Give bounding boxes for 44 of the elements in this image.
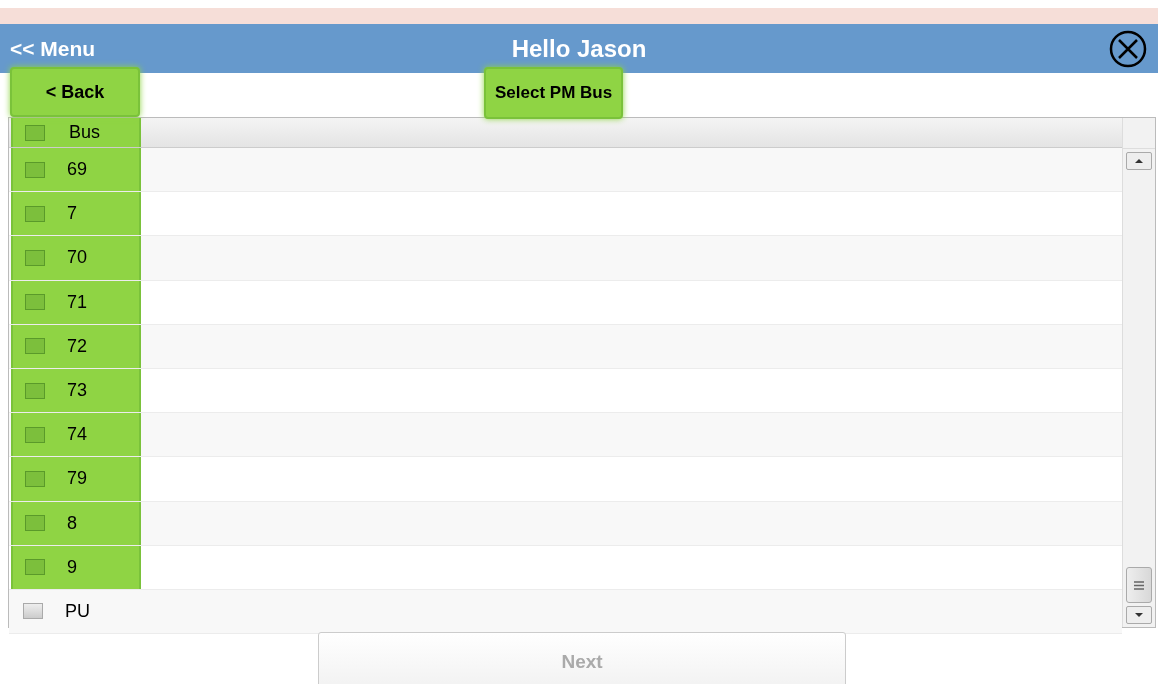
table-row[interactable]: 8 [9,501,1122,546]
row-checkbox[interactable] [25,515,45,532]
bus-number: 9 [67,556,77,578]
table-row[interactable]: 72 [9,324,1122,369]
row-checkbox[interactable] [23,603,43,620]
table-row[interactable]: 79 [9,457,1122,502]
bus-number: 69 [67,159,88,181]
row-checkbox[interactable] [25,382,45,399]
page-heading: Hello Jason [511,34,647,63]
bus-number: 72 [67,335,88,357]
column-header: Bus [69,122,101,143]
bus-number: 74 [67,424,88,446]
bus-number: 79 [67,468,88,490]
up-arrow-icon [1134,158,1144,164]
scroll-up-button[interactable] [1126,152,1152,170]
table-row[interactable]: 74 [9,413,1122,458]
scroll-down-button[interactable] [1126,606,1152,624]
row-checkbox[interactable] [25,294,45,311]
row-checkbox[interactable] [25,559,45,576]
down-arrow-icon [1134,612,1144,618]
table-row[interactable]: 71 [9,280,1122,325]
table-row[interactable]: PU [9,589,1122,635]
bus-number: 73 [67,380,88,402]
table-row[interactable]: 69 [9,148,1122,193]
bus-number: 8 [67,512,77,534]
bus-number: 71 [67,291,88,313]
row-checkbox[interactable] [25,426,45,443]
section-title: Select PM Bus [484,67,624,119]
select-all-checkbox[interactable] [25,124,45,141]
bus-number: PU [65,600,90,622]
row-checkbox[interactable] [25,249,45,266]
row-checkbox[interactable] [25,470,45,487]
row-checkbox[interactable] [25,205,45,222]
scroll-thumb[interactable] [1126,567,1152,603]
table-row[interactable]: 70 [9,236,1122,281]
back-button[interactable]: < Back [10,67,140,117]
bus-number: 70 [67,247,88,269]
close-icon[interactable] [1108,28,1148,69]
grip-icon [1134,580,1144,590]
scrollbar[interactable] [1122,118,1155,627]
table-row[interactable]: 9 [9,545,1122,590]
row-checkbox[interactable] [25,338,45,355]
bus-number: 7 [67,203,77,225]
row-checkbox[interactable] [25,161,45,178]
